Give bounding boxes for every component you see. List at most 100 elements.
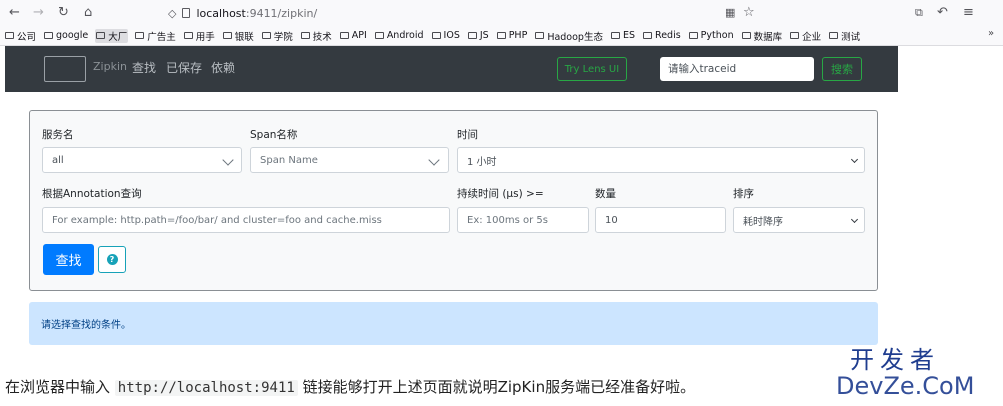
back-arrow-icon[interactable]: ← bbox=[9, 3, 20, 23]
time-select[interactable]: 1 小时 bbox=[457, 147, 865, 173]
bookmark-item[interactable]: IOS bbox=[431, 30, 461, 41]
folder-icon bbox=[431, 32, 441, 39]
bookmark-label: Hadoop生态 bbox=[547, 31, 603, 43]
folder-icon bbox=[339, 32, 349, 39]
forward-arrow-icon[interactable]: → bbox=[33, 3, 44, 23]
span-name-label: Span名称 bbox=[250, 129, 298, 141]
folder-icon bbox=[183, 32, 193, 39]
caption-after: 链接能够打开上述页面就说明ZipKin服务端已经准备好啦。 bbox=[302, 378, 696, 396]
bookmark-item[interactable]: google bbox=[43, 30, 89, 41]
history-back-icon[interactable]: ↶ bbox=[937, 3, 948, 23]
traceid-search-button[interactable]: 搜索 bbox=[822, 57, 862, 81]
bookmark-item[interactable]: API bbox=[339, 30, 368, 41]
address-bar[interactable]: ◇ localhost:9411/zipkin/ bbox=[168, 3, 317, 23]
folder-icon bbox=[790, 32, 800, 39]
bookmark-item[interactable]: 测试 bbox=[828, 29, 861, 43]
bookmark-item[interactable]: 数据库 bbox=[741, 29, 784, 43]
time-label: 时间 bbox=[457, 129, 478, 141]
duration-placeholder: Ex: 100ms or 5s bbox=[467, 214, 548, 226]
qr-code-icon[interactable]: ▦ bbox=[725, 3, 735, 23]
bookmark-item[interactable]: Android bbox=[374, 30, 425, 41]
bookmarks-bar: 公司 google 大厂 广告主 用手 银联 学院 技术 API Android IOS JS PHP H… bbox=[0, 26, 1003, 46]
bookmark-item[interactable]: PHP bbox=[496, 30, 529, 41]
bookmark-item[interactable]: Redis bbox=[642, 30, 682, 41]
folder-icon bbox=[261, 32, 271, 39]
address-path: :9411/zipkin/ bbox=[245, 6, 318, 20]
annotation-label: 根据Annotation查询 bbox=[42, 188, 142, 200]
folder-icon bbox=[374, 32, 384, 39]
chevron-down-icon bbox=[428, 154, 440, 166]
bookmark-item[interactable]: 广告主 bbox=[134, 29, 177, 43]
folder-icon bbox=[688, 32, 698, 39]
bookmark-item[interactable]: Python bbox=[688, 30, 735, 41]
bookmark-label: PHP bbox=[508, 30, 528, 41]
bookmark-item[interactable]: 用手 bbox=[183, 29, 216, 43]
extensions-icon[interactable]: ⧉ bbox=[915, 3, 923, 23]
home-icon[interactable]: ⌂ bbox=[84, 3, 92, 23]
folder-icon bbox=[96, 32, 106, 39]
shield-icon: ◇ bbox=[168, 6, 177, 20]
bookmark-label: 公司 bbox=[17, 31, 37, 43]
address-host: localhost bbox=[196, 6, 246, 20]
service-select[interactable]: all bbox=[42, 147, 242, 173]
search-form-card: 服务名 all Span名称 Span Name 时间 1 小时 根据Annot… bbox=[29, 110, 878, 291]
bookmark-label: 广告主 bbox=[147, 31, 176, 43]
span-name-select[interactable]: Span Name bbox=[250, 147, 449, 173]
service-value: all bbox=[52, 154, 64, 166]
folder-icon bbox=[535, 32, 545, 39]
help-button[interactable]: ? bbox=[98, 246, 126, 273]
brand-name[interactable]: Zipkin bbox=[93, 60, 127, 73]
annotation-input[interactable]: For example: http.path=/foo/bar/ and clu… bbox=[42, 207, 450, 233]
folder-icon bbox=[467, 32, 477, 39]
bookmark-label: 用手 bbox=[195, 31, 215, 43]
bookmark-label: JS bbox=[479, 30, 489, 41]
limit-input[interactable]: 10 bbox=[595, 207, 726, 233]
limit-label: 数量 bbox=[595, 188, 616, 200]
nav-link-find[interactable]: 查找 bbox=[132, 59, 156, 76]
bookmark-item[interactable]: 企业 bbox=[789, 29, 822, 43]
bookmark-label: API bbox=[351, 30, 367, 41]
zipkin-logo[interactable] bbox=[44, 56, 86, 82]
folder-icon bbox=[829, 32, 839, 39]
bookmark-label: Redis bbox=[655, 30, 681, 41]
duration-input[interactable]: Ex: 100ms or 5s bbox=[457, 207, 589, 233]
bookmark-item[interactable]: ES bbox=[610, 30, 636, 41]
bookmark-label: 学院 bbox=[273, 31, 293, 43]
nav-link-dependencies[interactable]: 依赖 bbox=[211, 59, 235, 76]
folder-icon bbox=[5, 32, 14, 39]
browser-toolbar: ← → ↻ ⌂ ◇ localhost:9411/zipkin/ ▦ ☆ ⧉ ↶… bbox=[0, 0, 1003, 27]
reload-icon[interactable]: ↻ bbox=[58, 3, 69, 23]
question-circle-icon: ? bbox=[106, 254, 118, 265]
info-alert: 请选择查找的条件。 bbox=[29, 302, 878, 345]
sort-select[interactable]: 耗时降序 bbox=[733, 207, 865, 233]
bookmark-item[interactable]: 学院 bbox=[261, 29, 294, 43]
find-button[interactable]: 查找 bbox=[43, 244, 94, 275]
page-icon bbox=[182, 8, 191, 18]
bookmarks-overflow-icon[interactable]: » bbox=[988, 28, 994, 39]
bookmark-item[interactable]: JS bbox=[467, 30, 490, 41]
chevron-down-icon bbox=[850, 155, 859, 164]
bookmark-label: ES bbox=[622, 30, 636, 41]
limit-value: 10 bbox=[605, 214, 618, 226]
try-lens-ui-button[interactable]: Try Lens UI bbox=[557, 57, 627, 81]
folder-icon bbox=[741, 32, 751, 39]
bookmark-item[interactable]: 大厂 bbox=[95, 28, 129, 43]
bookmark-item[interactable]: Hadoop生态 bbox=[534, 29, 604, 43]
bookmark-item[interactable]: 银联 bbox=[222, 29, 255, 43]
bookmark-item[interactable]: 技术 bbox=[300, 29, 333, 43]
sort-value: 耗时降序 bbox=[743, 216, 783, 228]
duration-label: 持续时间 (μs) >= bbox=[457, 188, 544, 200]
bookmark-label: 银联 bbox=[234, 31, 254, 43]
menu-icon[interactable]: ≡ bbox=[963, 3, 974, 23]
folder-icon bbox=[643, 32, 653, 39]
bookmark-label: 技术 bbox=[312, 31, 332, 43]
bookmark-label: 企业 bbox=[802, 31, 822, 43]
bookmark-label: 大厂 bbox=[108, 31, 128, 43]
bookmark-item[interactable]: 公司 bbox=[4, 29, 37, 43]
star-icon[interactable]: ☆ bbox=[743, 3, 755, 23]
watermark-title: 开发者 bbox=[850, 346, 940, 374]
nav-link-saved[interactable]: 已保存 bbox=[166, 59, 202, 76]
folder-icon bbox=[610, 32, 620, 39]
folder-icon bbox=[300, 32, 310, 39]
traceid-input[interactable] bbox=[660, 57, 814, 81]
